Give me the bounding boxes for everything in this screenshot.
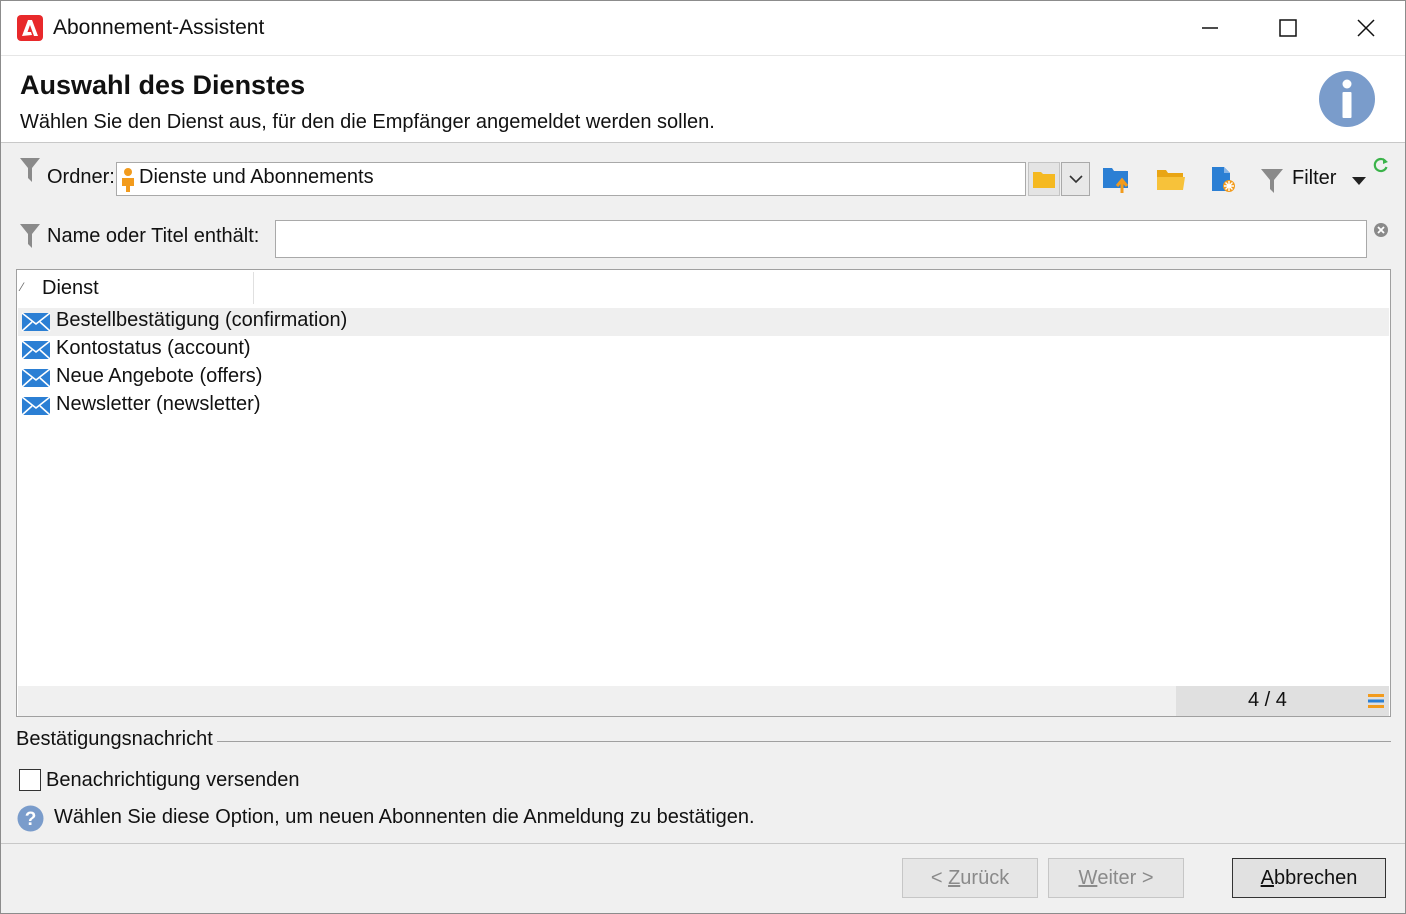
cancel-button[interactable]: Abbrechen — [1232, 858, 1386, 898]
cancel-mnemonic: A — [1260, 866, 1274, 889]
refresh-icon[interactable] — [1373, 157, 1389, 173]
send-notification-checkbox[interactable] — [19, 769, 41, 791]
open-folder-icon[interactable] — [1156, 164, 1186, 194]
back-prefix: < — [930, 866, 949, 889]
back-button[interactable]: < Zurück — [902, 858, 1038, 898]
browse-folder-button[interactable] — [1028, 162, 1060, 196]
list-item-label: Bestellbestätigung (confirmation) — [56, 309, 348, 331]
back-label: urück — [960, 866, 1010, 889]
folder-label: Ordner: — [47, 166, 115, 188]
section-divider — [16, 741, 1391, 742]
sort-indicator-icon: ⁄ — [21, 280, 24, 294]
list-item-label: Newsletter (newsletter) — [56, 393, 261, 415]
list-item[interactable]: Neue Angebote (offers) — [18, 364, 1389, 392]
list-item[interactable]: Kontostatus (account) — [18, 336, 1389, 364]
folder-up-icon[interactable] — [1102, 164, 1132, 194]
maximize-icon — [1279, 19, 1297, 37]
list-footer: 4 / 4 — [18, 686, 1389, 716]
svg-text:?: ? — [25, 809, 37, 830]
filter-label: Filter — [1292, 167, 1337, 189]
list-item[interactable]: Bestellbestätigung (confirmation) — [18, 308, 1389, 336]
mail-icon — [21, 340, 51, 360]
mail-icon — [21, 368, 51, 388]
filter-icon — [20, 158, 40, 182]
close-button[interactable] — [1327, 1, 1405, 55]
next-button[interactable]: Weiter > — [1048, 858, 1184, 898]
caret-down-icon — [1352, 177, 1366, 185]
mail-icon — [21, 396, 51, 416]
name-filter-input[interactable] — [275, 220, 1367, 258]
info-icon — [1319, 71, 1375, 127]
record-counter: 4 / 4 — [1176, 686, 1389, 716]
window-title: Abonnement-Assistent — [53, 16, 265, 39]
section-title: Bestätigungsnachricht — [16, 728, 217, 751]
funnel-icon — [1261, 169, 1283, 193]
maximize-button[interactable] — [1249, 1, 1327, 55]
mail-icon — [21, 312, 51, 332]
name-filter-icon — [20, 224, 40, 248]
column-header-dienst[interactable]: Dienst — [42, 277, 99, 300]
minimize-icon — [1202, 27, 1218, 29]
name-filter-label: Name oder Titel enthält: — [47, 225, 260, 247]
clear-icon[interactable] — [1373, 222, 1389, 238]
filter-button[interactable]: Filter — [1259, 164, 1369, 196]
next-label: eiter > — [1097, 866, 1154, 889]
column-separator[interactable] — [253, 272, 254, 304]
person-folder-icon — [122, 168, 134, 192]
help-icon: ? — [17, 805, 44, 832]
back-mnemonic: Z — [948, 866, 961, 889]
list-item-label: Neue Angebote (offers) — [56, 365, 263, 387]
list-header: ⁄ Dienst — [17, 270, 1390, 306]
cancel-label: bbrechen — [1273, 866, 1358, 889]
service-list[interactable]: ⁄ Dienst Bestellbestätigung (confirmatio… — [16, 269, 1391, 717]
send-notification-label[interactable]: Benachrichtigung versenden — [46, 769, 300, 792]
chevron-down-icon — [1069, 175, 1083, 184]
help-text: Wählen Sie diese Option, um neuen Abonne… — [54, 806, 755, 828]
close-icon — [1357, 19, 1375, 37]
dialog-window: Abonnement-Assistent Auswahl des Dienste… — [0, 0, 1406, 914]
title-bar: Abonnement-Assistent — [1, 1, 1405, 56]
list-item[interactable]: Newsletter (newsletter) — [18, 392, 1389, 420]
folder-select[interactable]: Dienste und Abonnements — [116, 162, 1026, 196]
wizard-header: Auswahl des Dienstes Wählen Sie den Dien… — [1, 56, 1405, 143]
folder-dropdown-button[interactable] — [1061, 162, 1090, 196]
folder-icon — [1033, 172, 1055, 188]
next-mnemonic: W — [1078, 866, 1098, 889]
footer-divider — [1, 843, 1405, 844]
new-document-icon[interactable] — [1208, 164, 1238, 194]
minimize-button[interactable] — [1171, 1, 1249, 55]
record-count: 4 / 4 — [1248, 689, 1287, 711]
adobe-icon — [17, 15, 43, 41]
list-item-label: Kontostatus (account) — [56, 337, 251, 359]
page-subtitle: Wählen Sie den Dienst aus, für den die E… — [20, 111, 715, 133]
page-title: Auswahl des Dienstes — [20, 70, 306, 100]
folder-value: Dienste und Abonnements — [139, 166, 374, 188]
list-menu-icon[interactable] — [1368, 693, 1384, 709]
